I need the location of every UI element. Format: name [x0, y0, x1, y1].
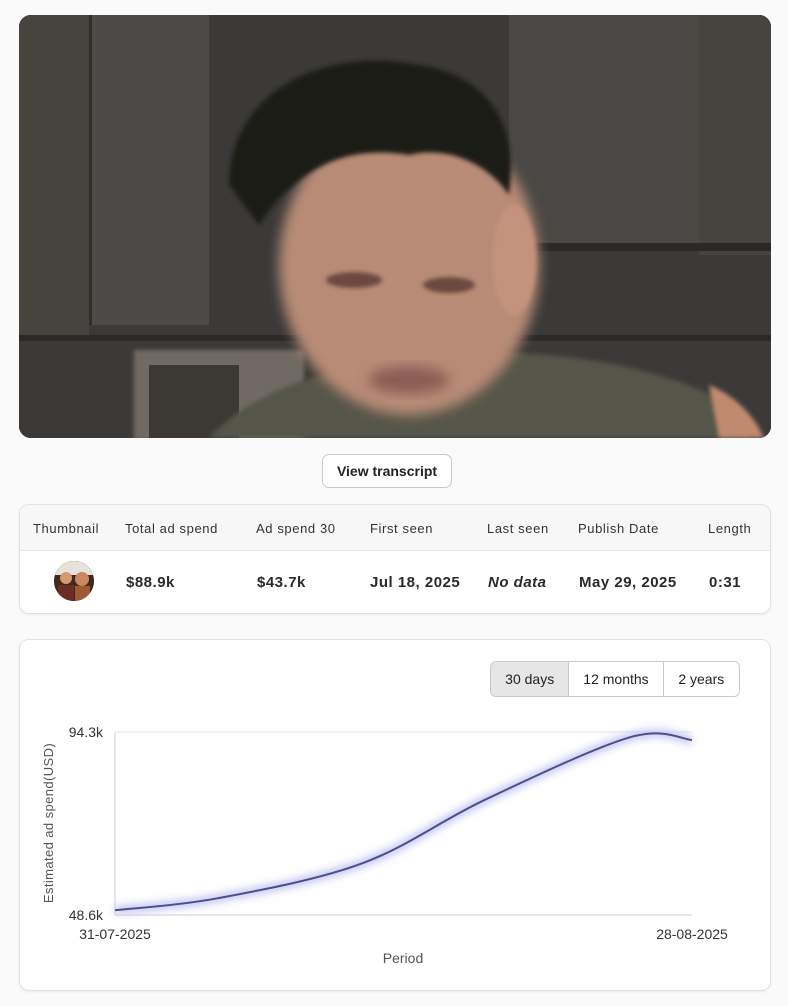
header-total-ad-spend: Total ad spend	[125, 521, 218, 536]
ad-spend-chart-card: 30 days 12 months 2 years 94.3k 48.6k 31…	[19, 639, 771, 991]
y-tick-min: 48.6k	[69, 907, 104, 923]
view-transcript-button[interactable]: View transcript	[322, 454, 452, 488]
last-seen-value: No data	[488, 574, 547, 591]
header-ad-spend-30: Ad spend 30	[256, 521, 336, 536]
header-last-seen: Last seen	[487, 521, 549, 536]
publish-date-value: May 29, 2025	[579, 574, 677, 591]
header-thumbnail: Thumbnail	[33, 521, 100, 536]
video-thumbnail	[19, 15, 771, 438]
ad-spend-30-value: $43.7k	[257, 574, 306, 591]
total-ad-spend-value: $88.9k	[126, 574, 175, 591]
header-first-seen: First seen	[370, 521, 434, 536]
x-tick-end: 28-08-2025	[656, 926, 728, 942]
header-length: Length	[708, 521, 752, 536]
thumbnail-image	[54, 561, 94, 601]
video-player[interactable]	[19, 15, 771, 438]
stats-table: Thumbnail Total ad spend Ad spend 30 Fir…	[19, 504, 771, 614]
series-glow	[114, 729, 693, 915]
row-thumbnail[interactable]	[54, 561, 94, 601]
header-publish-date: Publish Date	[578, 521, 659, 536]
x-tick-start: 31-07-2025	[79, 926, 151, 942]
series-line	[114, 732, 693, 912]
y-tick-max: 94.3k	[69, 724, 104, 740]
first-seen-value: Jul 18, 2025	[370, 574, 461, 591]
length-value: 0:31	[709, 574, 742, 591]
ad-spend-chart: 94.3k 48.6k 31-07-2025 28-08-2025 Period…	[41, 724, 728, 966]
y-axis-label: Estimated ad spend(USD)	[41, 743, 56, 903]
table-header: Thumbnail Total ad spend Ad spend 30 Fir…	[20, 505, 770, 551]
x-axis-label: Period	[383, 950, 423, 966]
